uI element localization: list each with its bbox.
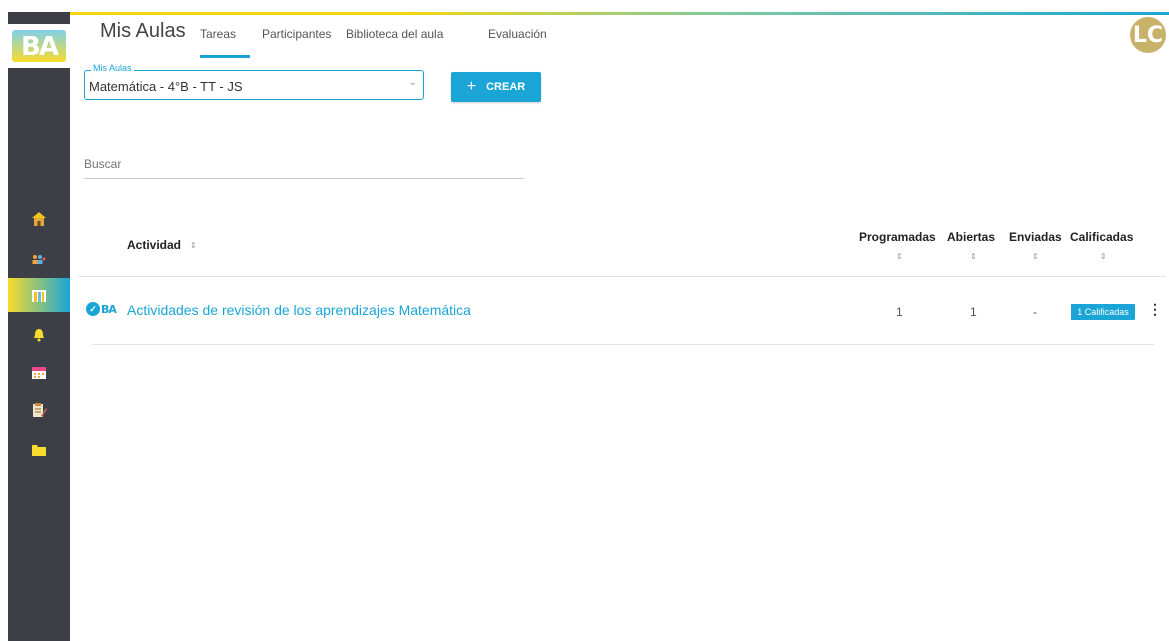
tab-evaluacion[interactable]: Evaluación [488,27,547,41]
school-icon[interactable] [8,202,70,236]
aula-select-value: Matemática - 4°B - TT - JS [89,79,243,94]
check-circle-icon: ✓ [86,302,100,316]
plus-icon: + [466,78,477,95]
calificadas-badge[interactable]: 1 Calificadas [1071,304,1135,320]
ba-mini-logo: BA [101,302,117,316]
assignment-icon[interactable] [8,393,70,427]
ba-logo[interactable]: BA [8,24,70,68]
crear-button-label: CREAR [486,81,526,93]
active-tab-indicator [200,55,250,58]
column-header-enviadas[interactable]: Enviadas [1009,230,1062,244]
sort-icon[interactable]: ⇕ [896,252,903,261]
activity-link[interactable]: Actividades de revisión de los aprendiza… [127,302,471,318]
table-row-divider [92,344,1154,345]
tab-biblioteca-del-aula[interactable]: Biblioteca del aula [346,27,443,41]
crear-button[interactable]: + CREAR [451,72,541,102]
sort-icon[interactable]: ⇕ [1100,252,1107,261]
ba-logo-text: BA [21,32,59,62]
cell-enviadas: - [1033,305,1037,319]
column-header-programadas[interactable]: Programadas [859,230,936,244]
aula-select[interactable]: Mis Aulas Matemática - 4°B - TT - JS ⌄ [84,63,424,100]
user-avatar[interactable]: LC [1130,17,1166,53]
aula-select-legend: Mis Aulas [91,63,134,73]
people-icon[interactable] [8,242,70,276]
tab-participantes[interactable]: Participantes [262,27,331,41]
sort-icon[interactable]: ⇕ [970,252,977,261]
page-title: Mis Aulas [100,20,186,42]
column-header-actividad[interactable]: Actividad [127,238,181,252]
folder-icon[interactable] [8,433,70,467]
column-header-calificadas[interactable]: Calificadas [1070,230,1133,244]
search-input[interactable] [84,150,524,179]
activity-badge: ✓ BA [86,302,117,316]
cell-programadas: 1 [896,305,903,319]
chevron-down-icon: ⌄ [408,77,417,88]
more-options-icon[interactable]: ⋮ [1148,301,1162,318]
window-edge [0,0,8,641]
table-header-divider [78,276,1166,277]
top-color-strip [70,12,1169,15]
cell-abiertas: 1 [970,305,977,319]
classroom-icon[interactable] [8,278,70,312]
bell-icon[interactable] [8,318,70,352]
ba-logo-mark: BA [12,30,66,62]
column-header-abiertas[interactable]: Abiertas [947,230,995,244]
sort-icon[interactable]: ⇕ [190,241,197,250]
tab-tareas[interactable]: Tareas [200,27,236,41]
calendar-icon[interactable] [8,355,70,389]
sort-icon[interactable]: ⇕ [1032,252,1039,261]
